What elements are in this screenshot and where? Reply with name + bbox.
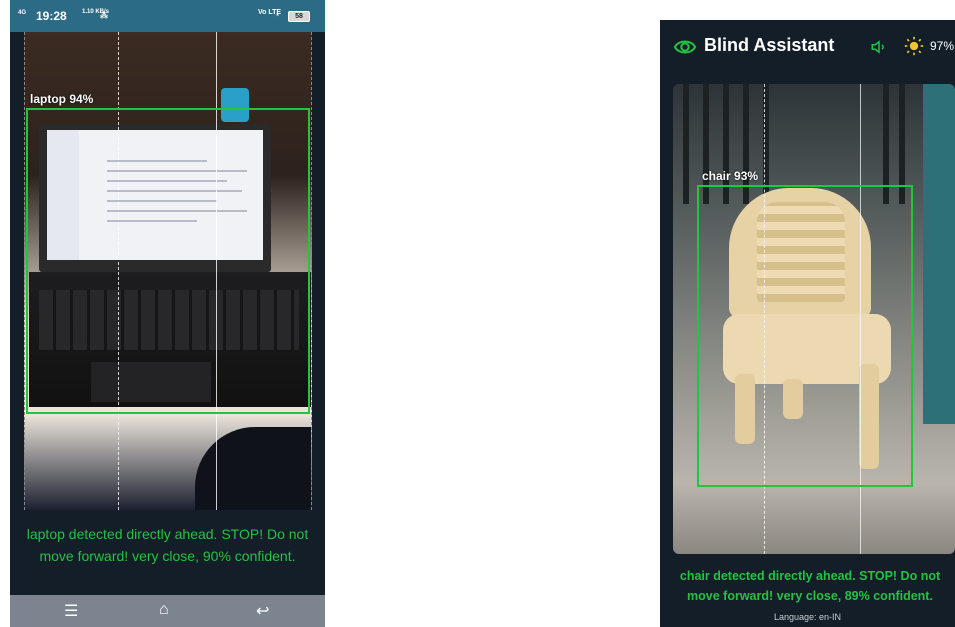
navigation-bar: ☰ ⌂ ↩ [10, 595, 325, 627]
home-icon[interactable]: ⌂ [159, 601, 169, 619]
back-icon[interactable]: ↩ [256, 601, 269, 621]
detection-label: chair 93% [702, 169, 759, 183]
detection-message: laptop detected directly ahead. STOP! Do… [26, 526, 309, 564]
status-time: 19:28 [36, 9, 67, 23]
confidence-readout: 97% [930, 39, 955, 53]
app-title: Blind Assistant [704, 35, 835, 55]
sun-icon[interactable] [904, 36, 924, 56]
signal-icon: ⁂ [100, 11, 108, 20]
detection-box [697, 185, 913, 487]
phone-right: Blind Assistant 97% chair 93% chair dete… [660, 20, 955, 627]
status-bar: 4G 19:28 1.10 KB/s ⁂ Vo LTE ◔ 58 [10, 0, 325, 32]
arm-object [195, 427, 311, 510]
eye-icon [674, 40, 696, 54]
wall-object [923, 84, 955, 424]
language-indicator: Language: en-IN [773, 612, 842, 622]
battery-icon: 58 [288, 11, 310, 22]
wifi-icon: ◔ [274, 10, 280, 20]
network-indicator: 4G [18, 10, 27, 16]
app-header: Blind Assistant 97% [660, 20, 955, 75]
detection-box [26, 108, 310, 414]
menu-icon[interactable]: ☰ [64, 601, 78, 621]
detection-message: chair detected directly ahead. STOP! Do … [679, 569, 941, 603]
speaker-icon[interactable] [870, 38, 888, 56]
detection-label: laptop 94% [30, 92, 94, 106]
phone-left: 4G 19:28 1.10 KB/s ⁂ Vo LTE ◔ 58 laptop … [10, 0, 325, 627]
